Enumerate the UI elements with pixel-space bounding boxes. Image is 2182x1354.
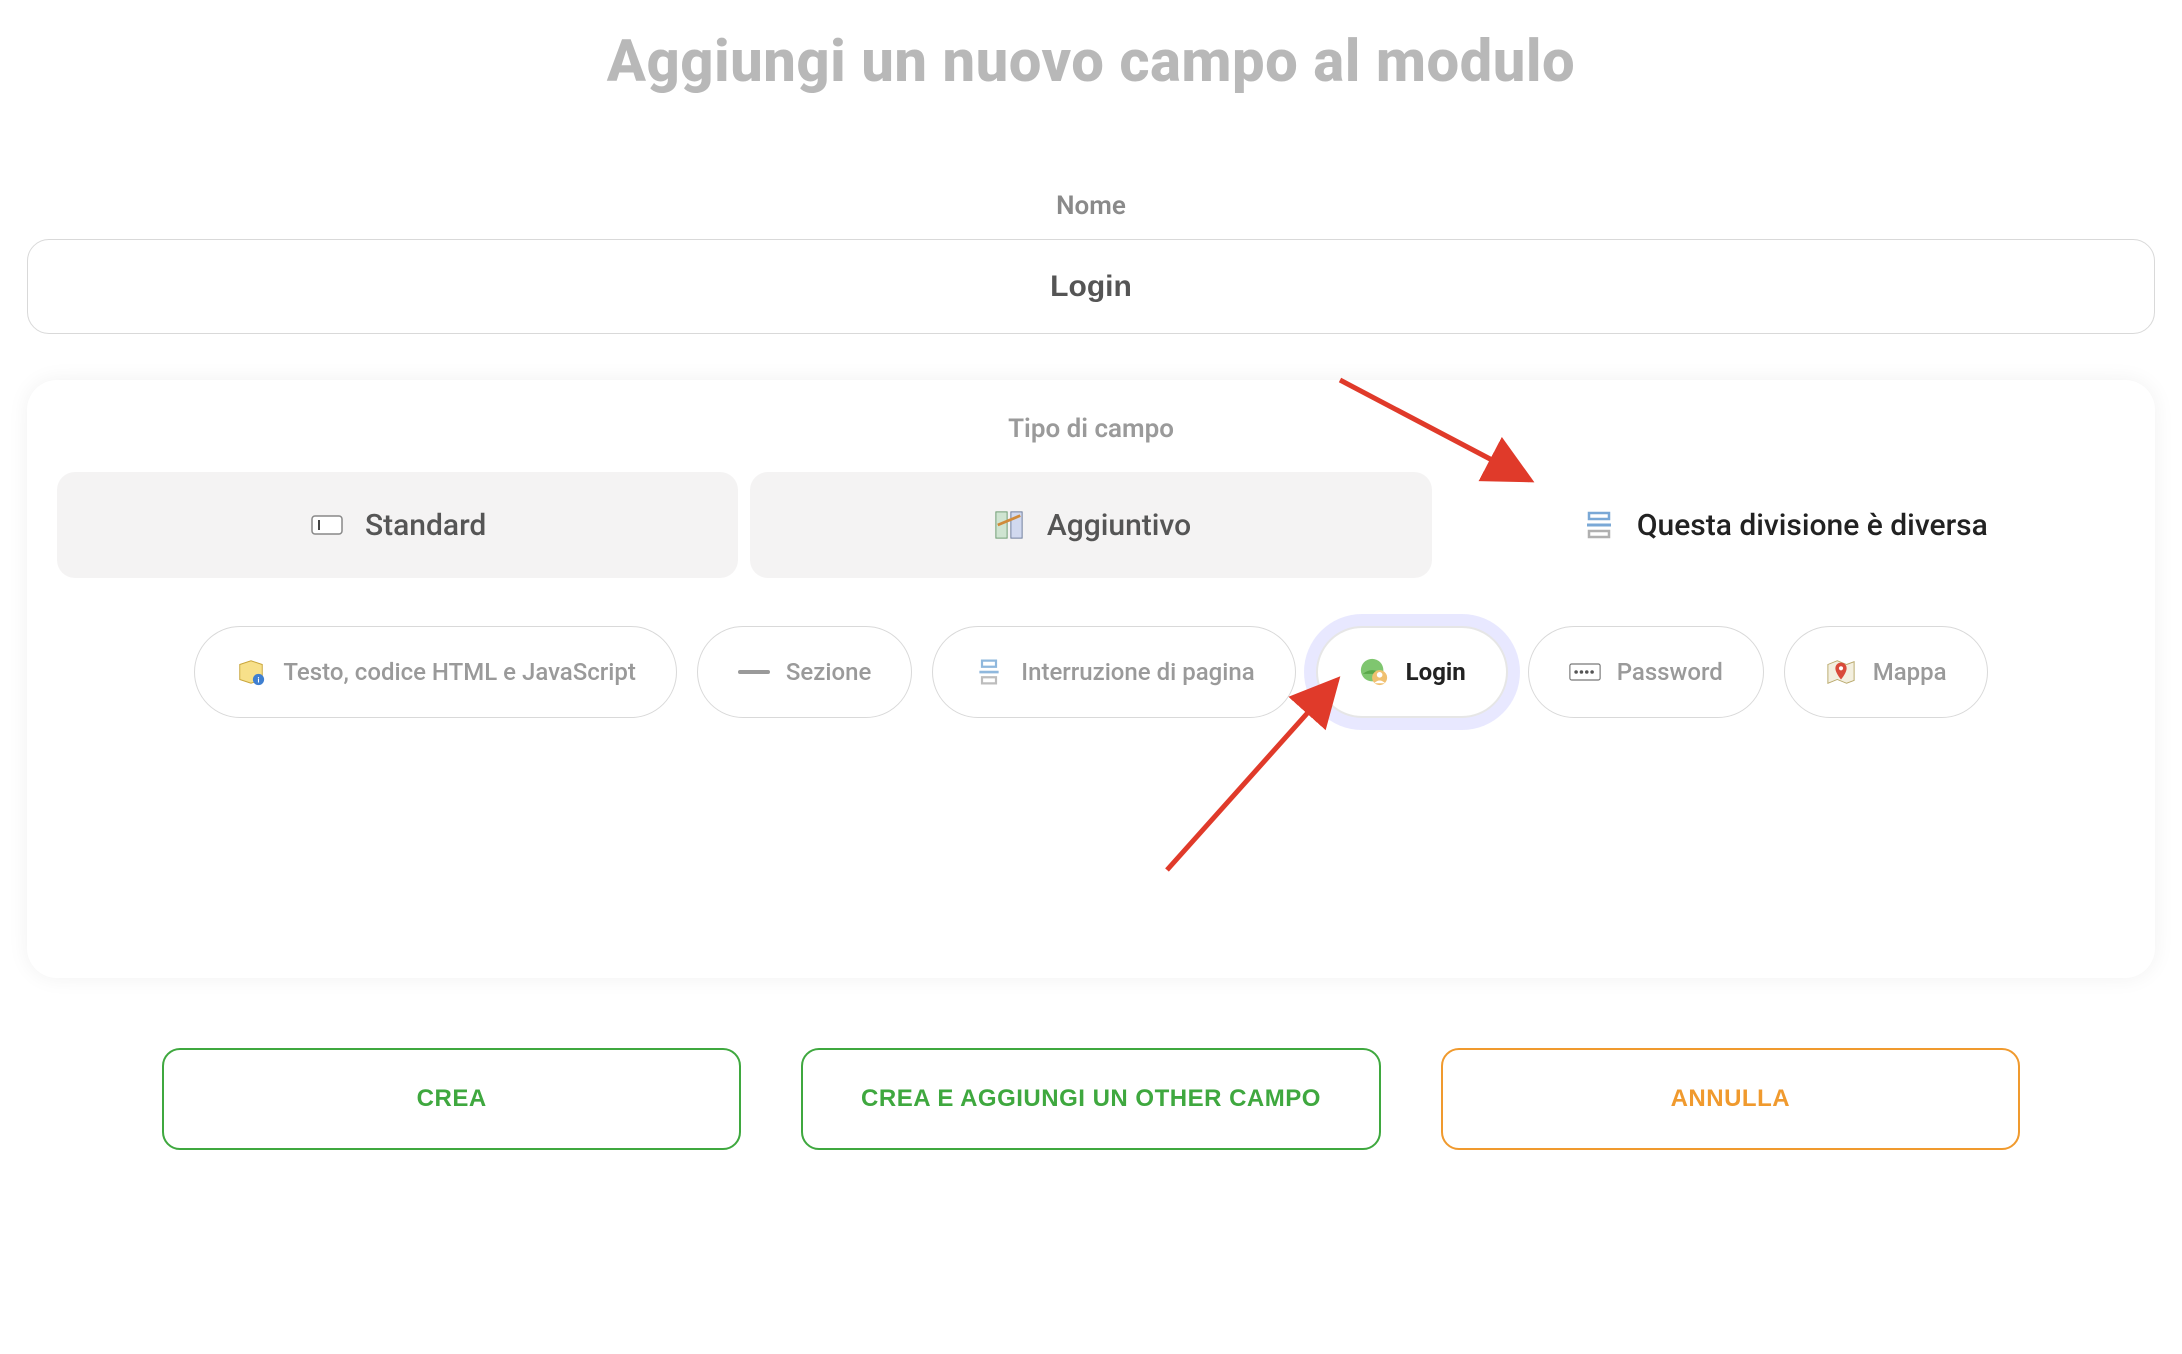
field-type-tabs: Standard Aggiuntivo Questa d [57,472,2125,578]
advanced-icon [991,507,1027,543]
section-icon [738,656,770,688]
password-icon [1569,656,1601,688]
doc-icon: i [235,656,267,688]
pagebreak-icon [973,656,1005,688]
subtype-map[interactable]: Mappa [1784,626,1988,718]
subtype-label: Login [1406,658,1466,686]
tab-different-division[interactable]: Questa divisione è diversa [1444,472,2125,578]
field-type-label: Tipo di campo [57,414,2125,444]
subtype-password[interactable]: Password [1528,626,1764,718]
input-icon [309,507,345,543]
tab-label: Aggiuntivo [1047,508,1191,543]
cancel-button[interactable]: ANNULLA [1441,1048,2020,1150]
svg-text:i: i [258,675,260,684]
subtype-text-html[interactable]: i Testo, codice HTML e JavaScript [194,626,676,718]
map-pin-icon [1825,656,1857,688]
create-button[interactable]: CREA [162,1048,741,1150]
name-label: Nome [22,191,2160,221]
subtype-label: Sezione [786,658,871,686]
subtype-label: Interruzione di pagina [1021,658,1254,686]
subtype-section[interactable]: Sezione [697,626,912,718]
pagebreak-icon [1581,507,1617,543]
name-input[interactable] [27,239,2155,334]
tab-standard[interactable]: Standard [57,472,738,578]
subtype-login[interactable]: Login [1316,626,1508,718]
tab-label: Questa divisione è diversa [1637,508,1988,543]
action-buttons: CREA CREA E AGGIUNGI UN OTHER CAMPO ANNU… [22,1048,2160,1150]
subtype-label: Mappa [1873,658,1947,686]
field-type-panel: Tipo di campo Standard Aggiuntivo [27,380,2155,978]
subtype-row: i Testo, codice HTML e JavaScript Sezion… [57,626,2125,718]
subtype-label: Testo, codice HTML e JavaScript [283,658,635,686]
subtype-pagebreak[interactable]: Interruzione di pagina [932,626,1295,718]
subtype-label: Password [1617,658,1723,686]
tab-additional[interactable]: Aggiuntivo [750,472,1431,578]
page-title: Aggiungi un nuovo campo al modulo [22,28,2160,96]
user-globe-icon [1358,656,1390,688]
tab-label: Standard [365,508,486,543]
create-add-another-button[interactable]: CREA E AGGIUNGI UN OTHER CAMPO [801,1048,1380,1150]
